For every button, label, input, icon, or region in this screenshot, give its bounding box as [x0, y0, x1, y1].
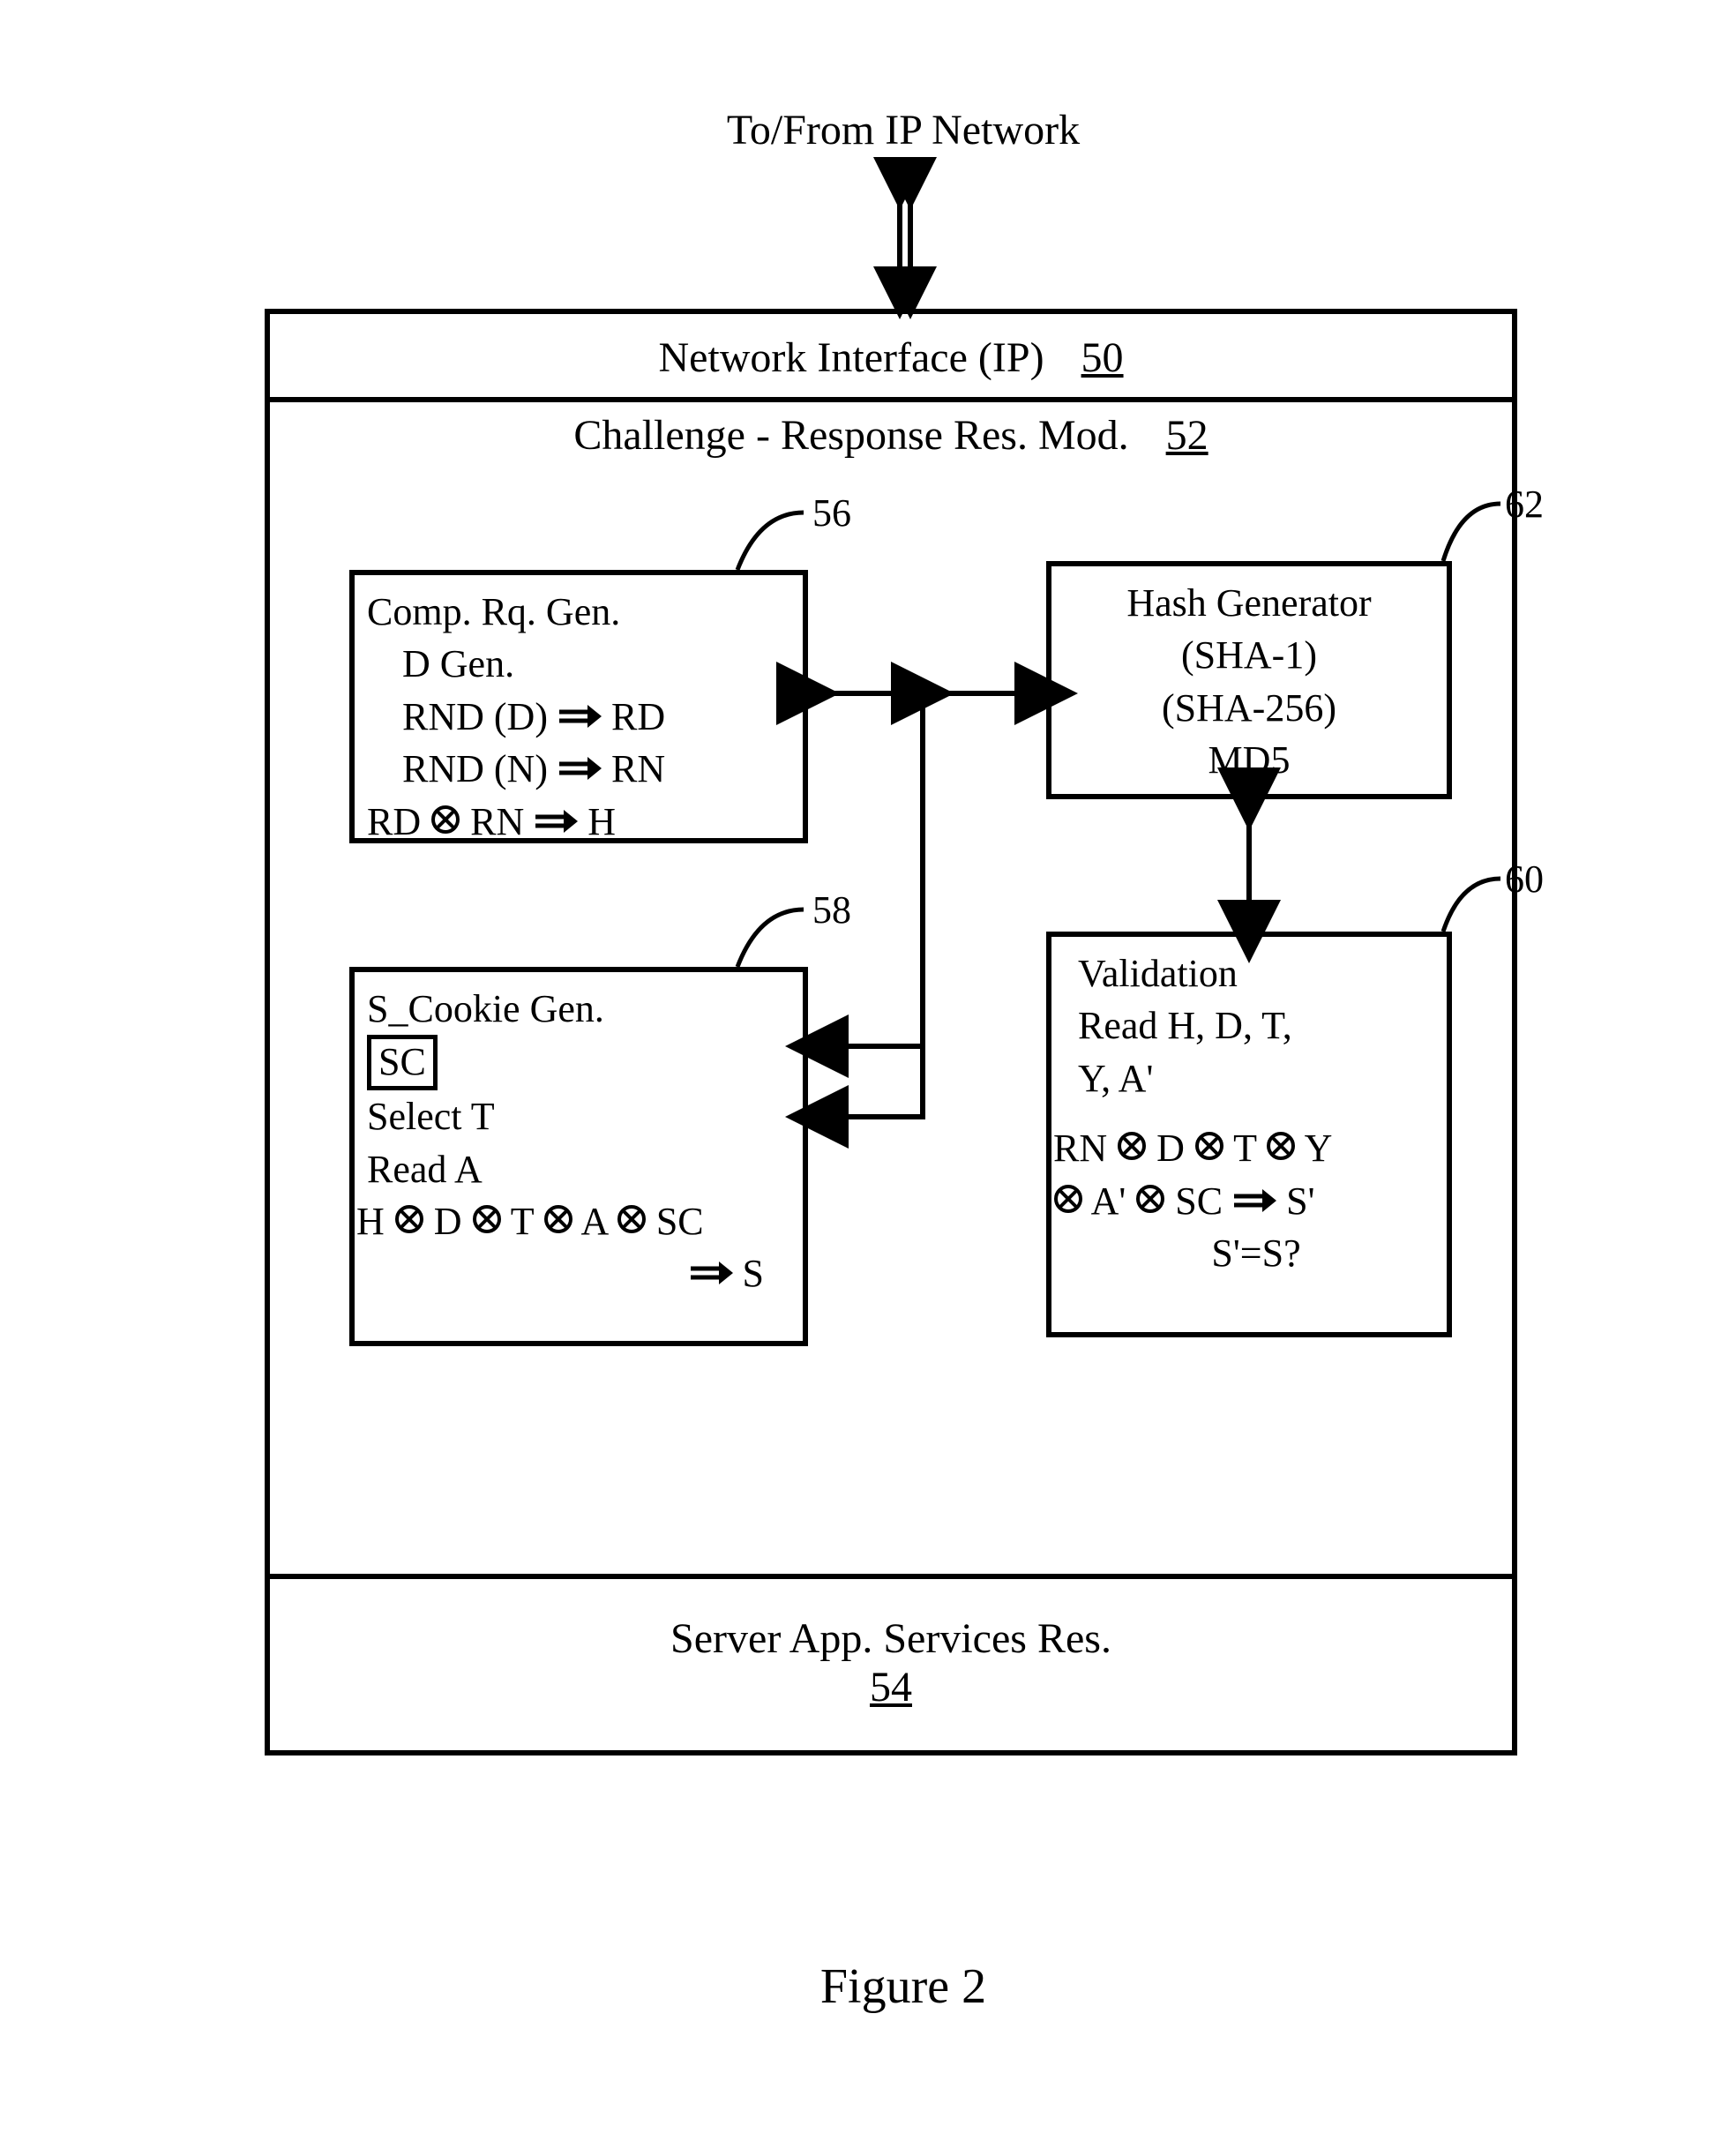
implies-icon — [1232, 1187, 1276, 1214]
b62-l3: (SHA-256) — [1064, 682, 1434, 734]
server-app-row: Server App. Services Res. 54 — [270, 1574, 1512, 1750]
box-56: Comp. Rq. Gen. D Gen. RND (D) RD RND (N)… — [349, 570, 808, 843]
box-60: Validation Read H, D, T, Y, A' RN D T Y … — [1046, 932, 1452, 1337]
callout-62: 62 — [1505, 482, 1544, 527]
b62-l4: MD5 — [1064, 734, 1434, 786]
otimes-icon — [1117, 1131, 1147, 1161]
b56-l3b: RD — [611, 695, 665, 738]
box-58: S_Cookie Gen. SC Select T Read A H D T A… — [349, 967, 808, 1346]
b60-l3: Y, A' — [1078, 1052, 1434, 1104]
b60-l4c: T — [1233, 1127, 1256, 1170]
otimes-icon — [617, 1204, 647, 1234]
b62-l2: (SHA-1) — [1064, 629, 1434, 681]
b60-l4b: D — [1156, 1127, 1185, 1170]
page: To/From IP Network Network Interface (IP… — [35, 35, 1736, 2121]
b56-l4a: RND (N) — [402, 747, 557, 790]
b58-l5c: T — [511, 1200, 534, 1243]
b60-l2: Read H, D, T, — [1078, 999, 1434, 1052]
b56-l3a: RND (D) — [402, 695, 557, 738]
b60-l5a: A' — [1091, 1179, 1126, 1223]
otimes-icon — [1053, 1184, 1083, 1214]
b56-l4b: RN — [611, 747, 665, 790]
otimes-icon — [472, 1204, 502, 1234]
b58-l5b: D — [434, 1200, 462, 1243]
b60-l1: Validation — [1078, 947, 1434, 999]
figure-label: Figure 2 — [820, 1958, 986, 2015]
otimes-icon — [1194, 1131, 1224, 1161]
sc-box: SC — [367, 1035, 438, 1090]
b58-l5d: A — [580, 1200, 606, 1243]
implies-icon — [689, 1260, 733, 1286]
b58-l3: Select T — [367, 1090, 790, 1142]
server-app-ref: 54 — [870, 1664, 912, 1711]
server-app-label: Server App. Services Res. — [270, 1614, 1512, 1663]
b56-l1: Comp. Rq. Gen. — [367, 586, 790, 638]
b62-l1: Hash Generator — [1064, 577, 1434, 629]
b56-l2: D Gen. — [367, 638, 790, 690]
callout-58: 58 — [812, 887, 851, 932]
b60-l4d: Y — [1305, 1127, 1333, 1170]
b60-l5b: SC — [1175, 1179, 1232, 1223]
b58-l4: Read A — [367, 1143, 790, 1195]
callout-56: 56 — [812, 490, 851, 535]
b58-l6: S — [743, 1252, 764, 1295]
double-arrow-icon — [877, 168, 930, 309]
implies-icon — [557, 703, 602, 730]
outer-box: Network Interface (IP) 50 Challenge - Re… — [265, 309, 1517, 1755]
implies-icon — [557, 755, 602, 782]
otimes-icon — [430, 805, 460, 835]
b56-l5a: RD — [367, 800, 421, 843]
top-label: To/From IP Network — [727, 106, 1080, 154]
b56-l5c: H — [587, 800, 616, 843]
b56-l5b: RN — [470, 800, 524, 843]
b58-l5a: H — [356, 1200, 385, 1243]
otimes-icon — [1266, 1131, 1296, 1161]
otimes-icon — [394, 1204, 424, 1234]
callout-60: 60 — [1505, 857, 1544, 902]
otimes-icon — [1135, 1184, 1165, 1214]
implies-icon — [534, 808, 578, 835]
otimes-icon — [543, 1204, 573, 1234]
b60-l6: S'=S? — [1078, 1227, 1434, 1279]
b60-l4a: RN — [1053, 1127, 1107, 1170]
b60-l5c: S' — [1286, 1179, 1314, 1223]
b58-l5e: SC — [656, 1200, 704, 1243]
b58-l1: S_Cookie Gen. — [367, 983, 790, 1035]
box-62: Hash Generator (SHA-1) (SHA-256) MD5 — [1046, 561, 1452, 799]
